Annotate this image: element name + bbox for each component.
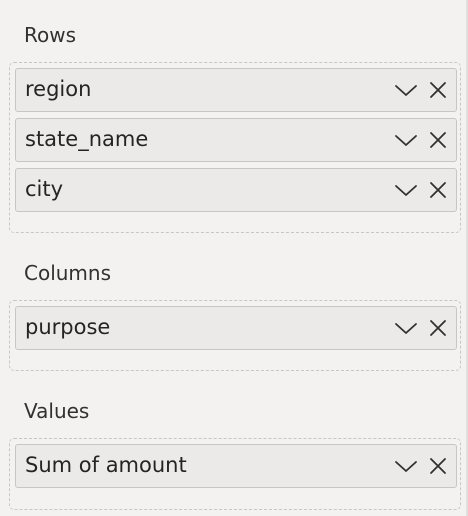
- close-icon[interactable]: [428, 456, 448, 476]
- chevron-down-icon[interactable]: [394, 131, 418, 149]
- close-icon[interactable]: [428, 130, 448, 150]
- chevron-down-icon[interactable]: [394, 319, 418, 337]
- field-label: city: [25, 177, 64, 201]
- field-label: region: [25, 77, 92, 101]
- values-field-sum-of-amount[interactable]: Sum of amount: [15, 444, 457, 488]
- rows-field-region[interactable]: region: [15, 68, 457, 112]
- rows-field-city[interactable]: city: [15, 168, 457, 212]
- columns-field-purpose[interactable]: purpose: [15, 306, 457, 350]
- field-label: Sum of amount: [25, 453, 187, 477]
- close-icon[interactable]: [428, 318, 448, 338]
- field-wells-pane: Rows region state_name city Columns purp…: [0, 0, 468, 516]
- rows-well[interactable]: region state_name city: [9, 62, 461, 233]
- columns-section-title: Columns: [24, 261, 112, 285]
- rows-section-title: Rows: [24, 23, 77, 47]
- close-icon[interactable]: [428, 180, 448, 200]
- rows-field-state-name[interactable]: state_name: [15, 118, 457, 162]
- chevron-down-icon[interactable]: [394, 181, 418, 199]
- columns-well[interactable]: purpose: [9, 300, 461, 371]
- chevron-down-icon[interactable]: [394, 81, 418, 99]
- values-well[interactable]: Sum of amount: [9, 438, 461, 510]
- field-label: purpose: [25, 315, 111, 339]
- field-label: state_name: [25, 127, 149, 151]
- chevron-down-icon[interactable]: [394, 457, 418, 475]
- values-section-title: Values: [24, 399, 90, 423]
- close-icon[interactable]: [428, 80, 448, 100]
